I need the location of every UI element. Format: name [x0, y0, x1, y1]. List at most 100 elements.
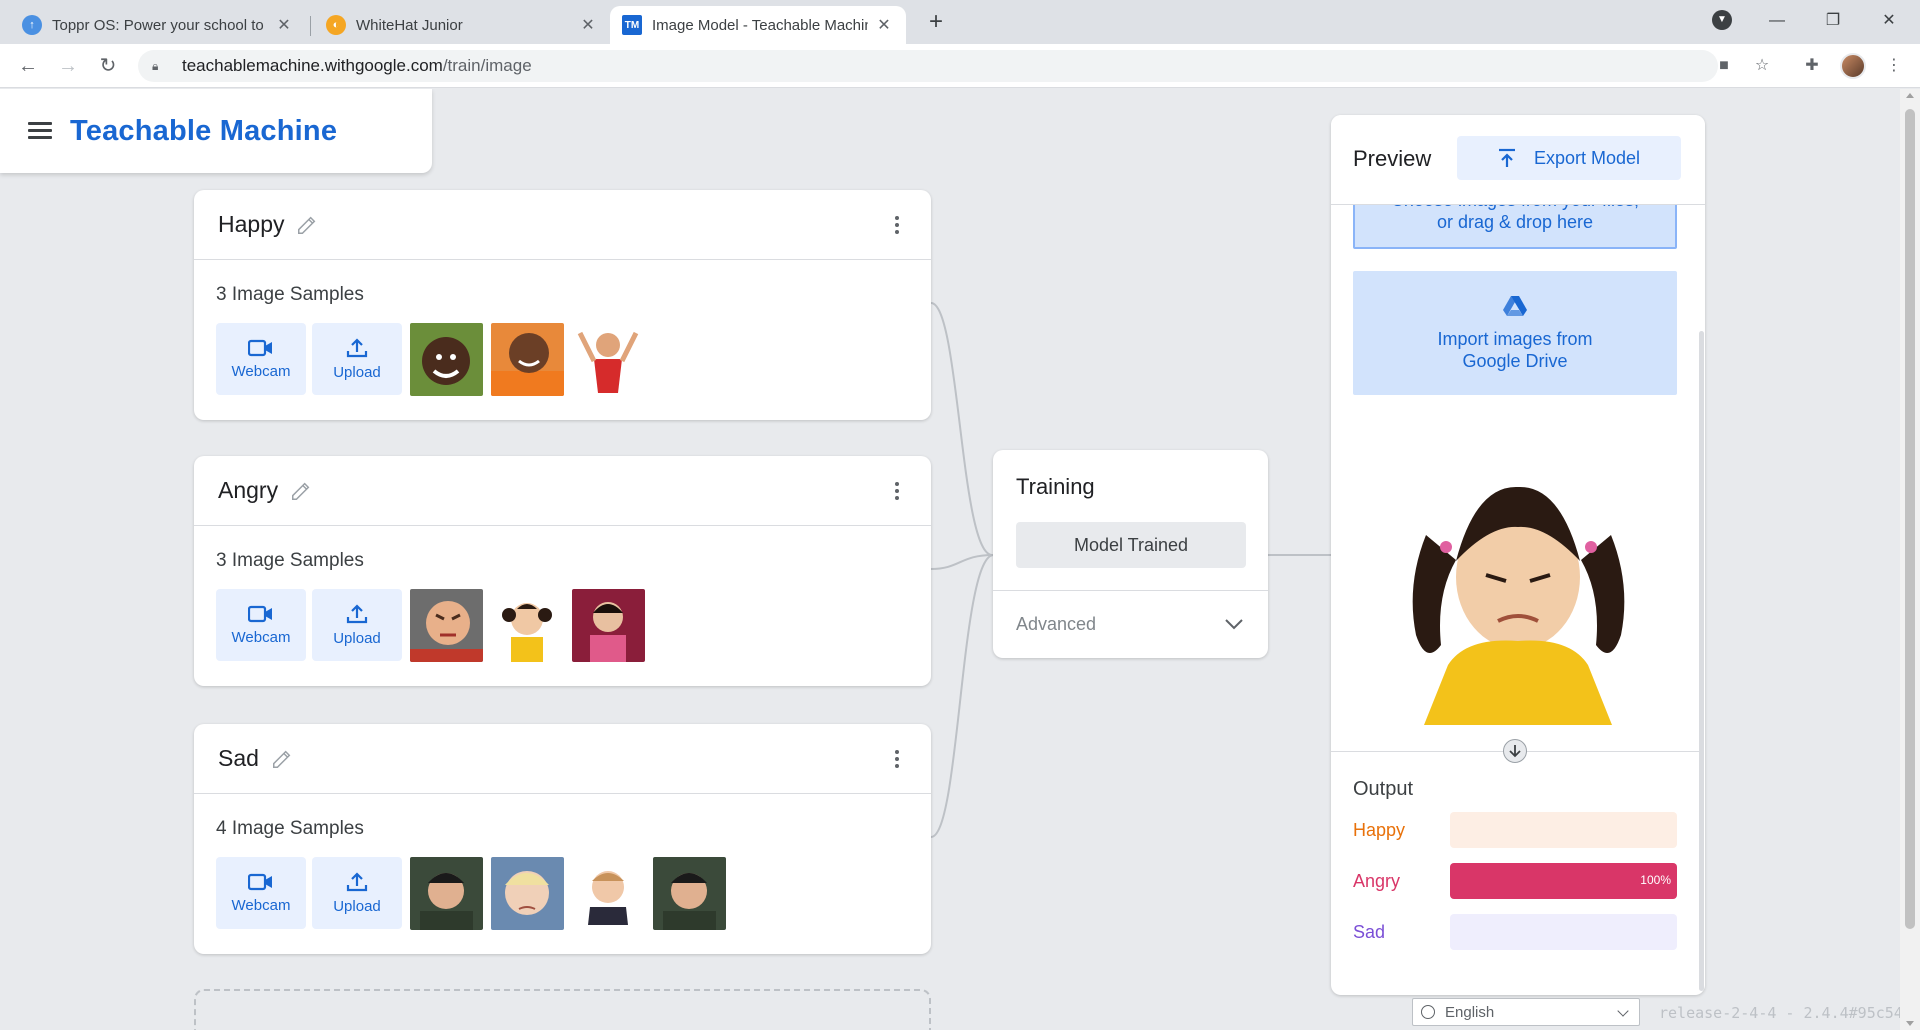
page-content: Teachable Machine Happy 3 Image Samples …: [0, 89, 1920, 1030]
new-tab-button[interactable]: +: [922, 8, 950, 36]
extensions-icon[interactable]: ✚: [1800, 54, 1824, 78]
scroll-down-icon[interactable]: [1906, 1021, 1914, 1026]
preview-title: Preview: [1353, 146, 1432, 171]
advanced-toggle[interactable]: Advanced: [1016, 614, 1096, 635]
output-row-happy: Happy: [1353, 812, 1677, 848]
upload-button[interactable]: Upload: [312, 857, 402, 929]
avatar[interactable]: [1840, 53, 1866, 79]
divider: [993, 590, 1268, 591]
preview-header: Preview Export Model: [1331, 115, 1705, 205]
class-options-icon[interactable]: [895, 482, 899, 500]
class-name[interactable]: Angry: [218, 477, 278, 504]
output-label: Happy: [1353, 820, 1406, 840]
tab-title: WhiteHat Junior: [356, 16, 463, 34]
tab-title: Image Model - Teachable Machin: [652, 16, 868, 34]
restore-icon[interactable]: ❐: [1810, 6, 1856, 36]
sample-image-thumbnail[interactable]: [653, 857, 726, 930]
close-window-icon[interactable]: ✕: [1866, 6, 1912, 36]
confidence-bar: [1450, 812, 1677, 848]
browser-toolbar: ← → ↻ 🔒︎ teachablemachine.withgoogle.com…: [0, 44, 1920, 88]
preview-scrollbar[interactable]: [1699, 331, 1704, 991]
add-class-button[interactable]: [194, 989, 931, 1030]
export-upload-icon: [1498, 148, 1515, 167]
whitehat-icon: ◐: [326, 15, 346, 35]
upload-button[interactable]: Upload: [312, 589, 402, 661]
samples-count: 4 Image Samples: [216, 818, 364, 839]
close-tab-icon[interactable]: ✕: [578, 15, 598, 35]
back-icon[interactable]: ←: [14, 52, 42, 80]
sample-image-thumbnail[interactable]: [410, 323, 483, 396]
sample-image-thumbnail[interactable]: [491, 589, 564, 662]
browser-tab-teachable[interactable]: TM Image Model - Teachable Machin ✕: [610, 6, 906, 44]
class-card-happy: Happy 3 Image Samples Webcam Upload: [194, 190, 931, 420]
minimize-icon[interactable]: —: [1754, 6, 1800, 36]
class-name[interactable]: Happy: [218, 211, 284, 238]
scrollbar-thumb[interactable]: [1905, 109, 1915, 929]
chevron-down-icon: [1617, 1005, 1629, 1017]
tab-divider: [310, 16, 311, 36]
lock-icon: 🔒︎: [152, 59, 159, 73]
sample-image-thumbnail[interactable]: [410, 857, 483, 930]
upload-icon: [346, 603, 368, 623]
output-label: Angry: [1353, 871, 1401, 891]
sample-image-thumbnail[interactable]: [410, 589, 483, 662]
language-select[interactable]: English: [1412, 998, 1640, 1026]
training-title: Training: [1016, 474, 1095, 499]
webcam-button[interactable]: Webcam: [216, 857, 306, 929]
edit-pencil-icon[interactable]: [271, 748, 293, 770]
output-title: Output: [1353, 778, 1414, 800]
browser-tab-toppr[interactable]: ↑ Toppr OS: Power your school to t ✕: [10, 6, 306, 44]
close-tab-icon[interactable]: ✕: [874, 15, 894, 35]
webcam-icon: [248, 339, 272, 356]
tab-search-icon[interactable]: ▼: [1712, 10, 1732, 30]
samples-count: 3 Image Samples: [216, 284, 364, 305]
confidence-bar: 100%: [1450, 863, 1677, 899]
training-card: Training Model Trained Advanced: [993, 450, 1268, 658]
chevron-down-icon[interactable]: [1224, 614, 1244, 634]
reload-icon[interactable]: ↻: [94, 52, 122, 80]
preview-panel: Choose images from your files, or drag &…: [1331, 115, 1705, 995]
webcam-button[interactable]: Webcam: [216, 323, 306, 395]
class-card-sad: Sad 4 Image Samples Webcam Upload: [194, 724, 931, 954]
hamburger-menu-icon[interactable]: [28, 122, 52, 140]
samples-count: 3 Image Samples: [216, 550, 364, 571]
output-row-sad: Sad: [1353, 914, 1677, 950]
webcam-button[interactable]: Webcam: [216, 589, 306, 661]
export-model-button[interactable]: Export Model: [1457, 136, 1681, 180]
class-options-icon[interactable]: [895, 750, 899, 768]
globe-icon: [1421, 1005, 1435, 1019]
page-scrollbar[interactable]: [1900, 89, 1920, 1030]
edit-pencil-icon[interactable]: [290, 480, 312, 502]
address-bar[interactable]: 🔒︎ teachablemachine.withgoogle.com/train…: [138, 50, 1718, 82]
sample-image-thumbnail[interactable]: [572, 857, 645, 930]
webcam-label: Webcam: [231, 628, 291, 646]
browser-menu-icon[interactable]: ⋮: [1882, 54, 1906, 78]
tab-title: Toppr OS: Power your school to t: [52, 16, 268, 34]
class-options-icon[interactable]: [895, 216, 899, 234]
webcam-label: Webcam: [231, 896, 291, 914]
class-name[interactable]: Sad: [218, 745, 259, 772]
teachable-machine-icon: TM: [622, 15, 642, 35]
browser-tab-strip: ↑ Toppr OS: Power your school to t ✕ ◐ W…: [0, 0, 1920, 44]
browser-tab-whitehat[interactable]: ◐ WhiteHat Junior ✕: [314, 6, 610, 44]
train-model-button[interactable]: Model Trained: [1016, 522, 1246, 568]
edit-pencil-icon[interactable]: [296, 214, 318, 236]
sample-image-thumbnail[interactable]: [572, 323, 645, 396]
preview-input-image: [1386, 465, 1651, 725]
sample-image-thumbnail[interactable]: [572, 589, 645, 662]
camera-icon[interactable]: ■: [1712, 54, 1736, 78]
confidence-value: 100%: [1640, 873, 1671, 887]
upload-button[interactable]: Upload: [312, 323, 402, 395]
google-drive-import-button[interactable]: Import images from Google Drive: [1353, 271, 1677, 395]
sample-image-thumbnail[interactable]: [491, 323, 564, 396]
gdrive-line1: Import images from: [1437, 329, 1593, 349]
sample-image-thumbnail[interactable]: [491, 857, 564, 930]
confidence-bar: [1450, 914, 1677, 950]
bookmark-star-icon[interactable]: ☆: [1750, 54, 1774, 78]
scroll-up-icon[interactable]: [1906, 93, 1914, 98]
forward-icon[interactable]: →: [54, 52, 82, 80]
upload-label: Upload: [333, 897, 381, 915]
close-tab-icon[interactable]: ✕: [274, 15, 294, 35]
app-title[interactable]: Teachable Machine: [70, 115, 337, 148]
export-label: Export Model: [1533, 147, 1641, 168]
